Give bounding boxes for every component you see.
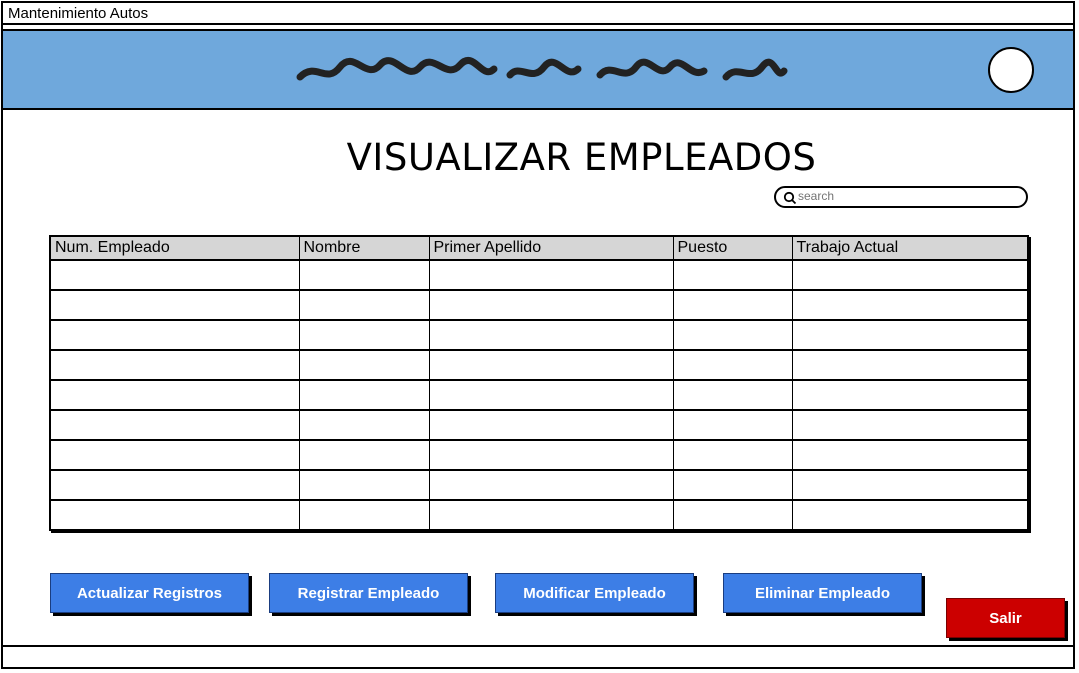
table-cell[interactable] [49,469,300,501]
column-header-primer-apellido[interactable]: Primer Apellido [428,235,674,261]
table-cell[interactable] [791,409,1029,441]
header-banner [3,29,1073,110]
table-cell[interactable] [791,259,1029,291]
table-cell[interactable] [298,379,430,411]
table-row[interactable] [49,379,1029,411]
table-row[interactable] [49,439,1029,471]
table-cell[interactable] [428,379,674,411]
footer-bar [3,645,1073,667]
title-bar: Mantenimiento Autos [3,3,1073,25]
table-row[interactable] [49,259,1029,291]
table-cell[interactable] [49,259,300,291]
page-title: VISUALIZAR EMPLEADOS [346,136,817,179]
registrar-empleado-button[interactable]: Registrar Empleado [269,573,468,613]
table-cell[interactable] [428,409,674,441]
actualizar-registros-button[interactable]: Actualizar Registros [50,573,249,613]
table-cell[interactable] [428,259,674,291]
table-cell[interactable] [791,319,1029,351]
table-cell[interactable] [672,499,793,531]
modificar-empleado-button[interactable]: Modificar Empleado [495,573,694,613]
table-cell[interactable] [49,439,300,471]
window-title: Mantenimiento Autos [8,5,149,22]
salir-button[interactable]: Salir [946,598,1065,638]
table-cell[interactable] [672,319,793,351]
table-cell[interactable] [428,319,674,351]
table-row[interactable] [49,469,1029,501]
eliminar-empleado-button[interactable]: Eliminar Empleado [723,573,922,613]
table-cell[interactable] [298,349,430,381]
table-cell[interactable] [298,439,430,471]
table-cell[interactable] [49,379,300,411]
table-cell[interactable] [672,349,793,381]
table-cell[interactable] [298,469,430,501]
table-cell[interactable] [49,499,300,531]
table-cell[interactable] [298,409,430,441]
table-cell[interactable] [672,379,793,411]
table-header-row: Num. Empleado Nombre Primer Apellido Pue… [49,235,1029,261]
scribbled-logo-text [296,57,788,81]
column-header-puesto[interactable]: Puesto [672,235,793,261]
table-cell[interactable] [49,349,300,381]
search-box[interactable] [774,186,1028,208]
table-cell[interactable] [791,349,1029,381]
table-cell[interactable] [791,289,1029,321]
table-cell[interactable] [672,469,793,501]
table-row[interactable] [49,289,1029,321]
table-cell[interactable] [672,439,793,471]
table-cell[interactable] [428,439,674,471]
table-cell[interactable] [672,409,793,441]
table-cell[interactable] [298,289,430,321]
table-cell[interactable] [49,319,300,351]
avatar[interactable] [988,47,1034,93]
table-row[interactable] [49,499,1029,531]
table-cell[interactable] [791,499,1029,531]
table-row[interactable] [49,409,1029,441]
table-cell[interactable] [791,469,1029,501]
table-cell[interactable] [672,259,793,291]
table-cell[interactable] [298,499,430,531]
column-header-nombre[interactable]: Nombre [298,235,430,261]
table-cell[interactable] [49,289,300,321]
table-cell[interactable] [428,289,674,321]
employees-table: Num. Empleado Nombre Primer Apellido Pue… [49,235,1029,531]
table-cell[interactable] [672,289,793,321]
search-icon [783,191,797,205]
table-row[interactable] [49,319,1029,351]
table-cell[interactable] [49,409,300,441]
table-cell[interactable] [298,259,430,291]
table-row[interactable] [49,349,1029,381]
column-header-num-empleado[interactable]: Num. Empleado [49,235,300,261]
table-cell[interactable] [428,349,674,381]
table-cell[interactable] [428,469,674,501]
table-cell[interactable] [428,499,674,531]
table-cell[interactable] [791,439,1029,471]
search-input[interactable] [798,189,1018,203]
table-cell[interactable] [298,319,430,351]
column-header-trabajo-actual[interactable]: Trabajo Actual [791,235,1029,261]
table-cell[interactable] [791,379,1029,411]
